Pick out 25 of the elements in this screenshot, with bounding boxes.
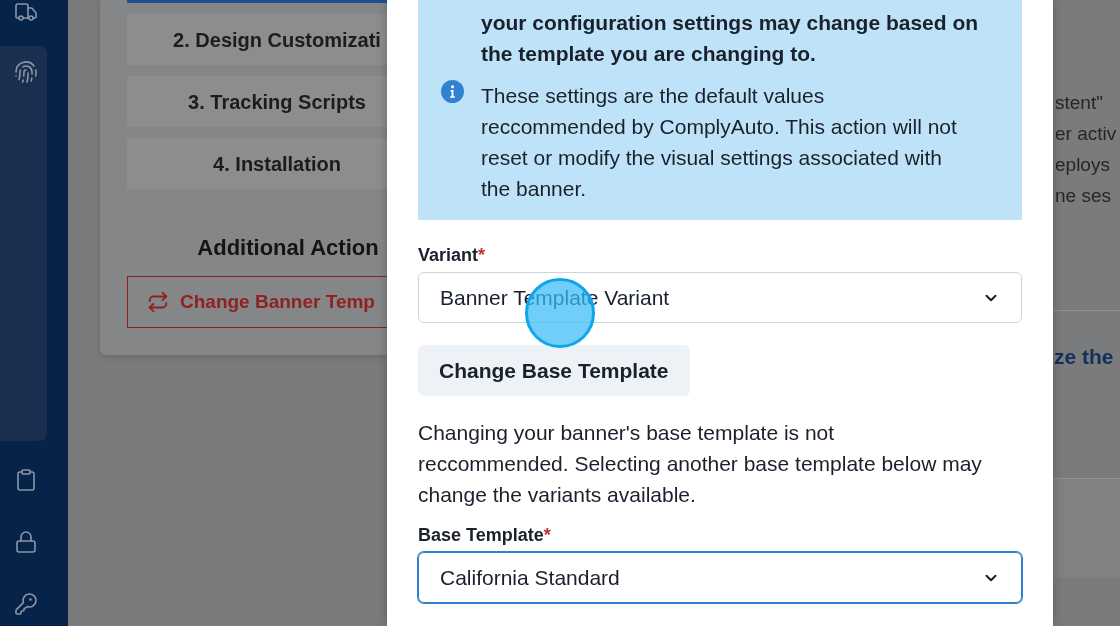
step-tab[interactable]: 3. Tracking Scripts	[127, 76, 387, 127]
lock-icon[interactable]	[14, 530, 38, 554]
base-template-select[interactable]: California Standard	[418, 552, 1022, 603]
field-label: Variant	[418, 245, 479, 265]
step-tab[interactable]: 4. Installation	[127, 138, 387, 189]
alert-title: your configuration settings may change based on the template you are changing to.	[481, 10, 980, 67]
required-mark: *	[478, 245, 486, 265]
text-fragment: er activ	[1055, 122, 1118, 146]
heading-fragment: ze the	[1054, 345, 1114, 368]
repeat-arrows-icon	[147, 291, 169, 313]
warning-note: Changing your banner's base template is not reccommended. Selecting another base template below may change the variants available.	[418, 420, 983, 508]
alert-message: These settings are the default values reccommended by ComplyAuto. This action will not reset or modify the visual settings associated with the banner.	[481, 83, 958, 202]
info-icon	[441, 80, 464, 103]
text-fragment: eploys	[1055, 153, 1111, 177]
text-fragment: stent"	[1055, 91, 1104, 115]
required-mark: *	[543, 525, 551, 545]
change-base-template-button[interactable]: Change Base Template	[418, 345, 690, 396]
step-tab[interactable]: 2. Design Customizati	[127, 14, 387, 65]
clipboard-icon[interactable]	[14, 468, 38, 492]
text-fragment: ne ses	[1055, 184, 1112, 208]
fingerprint-icon[interactable]	[14, 60, 38, 84]
section-heading: Additional Action	[197, 234, 379, 262]
key-icon[interactable]	[14, 592, 38, 616]
truck-icon[interactable]	[14, 0, 38, 24]
field-label: Base Template	[418, 525, 544, 545]
